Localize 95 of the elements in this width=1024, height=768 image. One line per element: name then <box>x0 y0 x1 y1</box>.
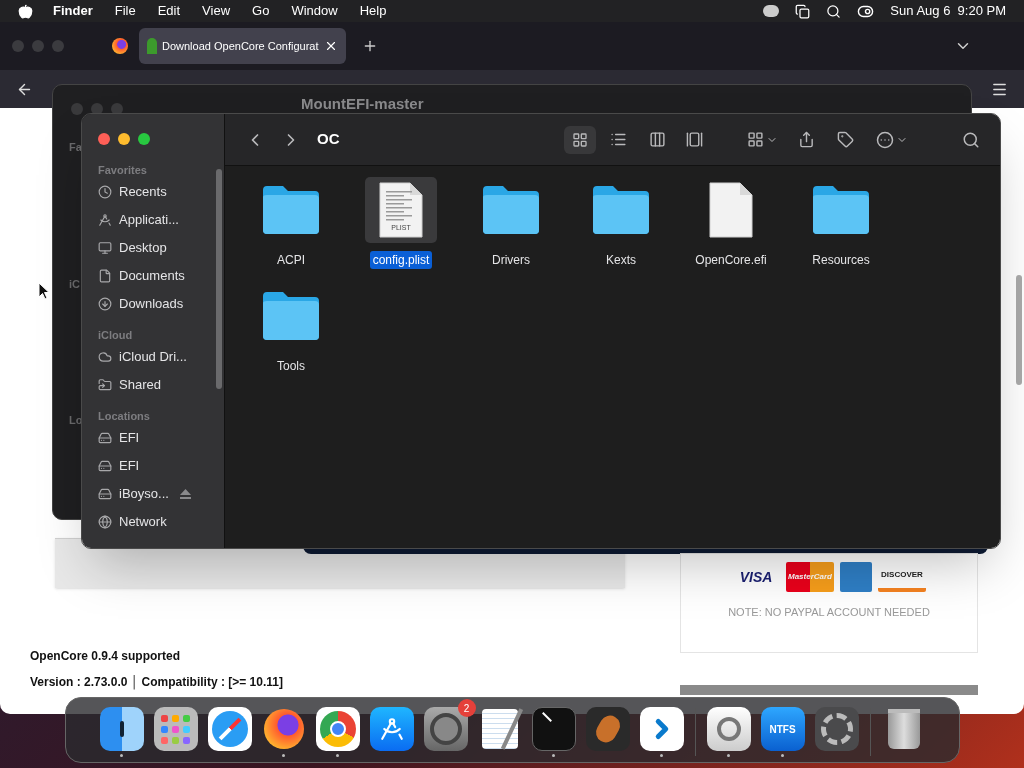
folder-item[interactable]: Kexts <box>566 177 676 269</box>
chrome-circle-icon[interactable] <box>315 707 360 751</box>
folder-item[interactable]: Resources <box>786 177 896 269</box>
menu-item[interactable]: Help <box>359 1 387 21</box>
menu-item[interactable]: Edit <box>157 1 181 21</box>
sidebar-item[interactable]: Shared <box>98 371 224 399</box>
browser-tab[interactable]: Download OpenCore Configurat <box>139 28 346 64</box>
sidebar-heading: Favorites <box>98 163 148 178</box>
window-title: MountEFI-master <box>301 93 424 114</box>
menu-item[interactable]: Go <box>252 1 270 21</box>
pointer-icon <box>38 282 50 300</box>
folder-icon <box>591 184 651 236</box>
icon-view-button[interactable] <box>564 125 596 154</box>
apple-icon[interactable] <box>18 3 33 19</box>
sidebar-heading: Fa <box>69 140 82 155</box>
drive-status-icon[interactable] <box>763 5 780 17</box>
shared-folder-icon <box>98 378 112 392</box>
clock-icon <box>98 185 112 199</box>
drive-icon <box>98 459 112 473</box>
sidebar-item[interactable]: iBoyso... <box>98 480 224 508</box>
code-editor-icon[interactable] <box>639 707 684 751</box>
windows-icon[interactable] <box>795 3 811 19</box>
globe-icon <box>98 515 112 529</box>
gallery-view-icon[interactable] <box>686 131 703 148</box>
more-button[interactable] <box>876 130 908 149</box>
menu-item[interactable]: File <box>114 1 136 21</box>
folder-icon <box>811 184 871 236</box>
document-icon <box>98 269 112 283</box>
grid-icon <box>572 131 588 148</box>
folder-item[interactable]: Tools <box>236 283 346 375</box>
version-text: Version : 2.73.0.0 │ Compatibility : [>= 10.11] <box>30 674 283 691</box>
ellipsis-icon <box>876 130 894 149</box>
sidebar-item[interactable]: Desktop <box>98 234 224 262</box>
tag-icon[interactable] <box>837 131 854 148</box>
tab-title: Download OpenCore Configurat <box>162 38 319 54</box>
card-logo-icon <box>840 562 872 592</box>
grid-icon <box>747 131 764 148</box>
compass-icon[interactable] <box>207 707 252 751</box>
app-menu[interactable]: Finder <box>53 1 93 21</box>
fox-globe-icon[interactable] <box>112 38 128 54</box>
drive-icon <box>98 431 112 445</box>
menu-bar-clock: Sun Aug 6 9:20 PM <box>890 2 1006 21</box>
grid-app-icon[interactable] <box>153 707 198 751</box>
card-logo: MasterCard <box>786 562 834 592</box>
sidebar-item[interactable]: Downloads <box>98 290 224 318</box>
notification-count: 2 <box>457 699 476 717</box>
sidebar-item[interactable]: Applicati... <box>98 206 224 234</box>
file-name: ACPI <box>276 252 306 269</box>
file-name: config.plist <box>369 251 433 269</box>
file-name: Resources <box>811 252 871 269</box>
compass-icon <box>98 213 112 227</box>
version-text: OpenCore 0.9.4 supported <box>30 648 182 665</box>
sidebar-item[interactable]: EFI <box>98 452 224 480</box>
sidebar-item[interactable]: iCloud Dri... <box>98 343 224 371</box>
folder-icon <box>261 184 321 236</box>
sidebar-heading: iCloud <box>98 328 134 343</box>
folder-icon <box>261 290 321 342</box>
minimize-button[interactable] <box>118 133 130 145</box>
sidebar-item[interactable]: Documents <box>98 262 224 290</box>
sidebar-item[interactable]: Network <box>98 508 224 536</box>
document-item[interactable]: OpenCore.efi <box>676 177 786 269</box>
download-icon <box>98 297 112 311</box>
store-icon[interactable] <box>369 707 414 751</box>
gears-app-icon[interactable] <box>814 707 859 751</box>
folder-icon <box>481 184 541 236</box>
zoom-button[interactable] <box>138 133 150 145</box>
share-icon[interactable] <box>798 131 815 148</box>
drive-icon <box>98 487 112 501</box>
cloud-icon <box>98 350 112 364</box>
payment-note: NOTE: NO PAYPAL ACCOUNT NEEDED <box>728 605 930 620</box>
monitor-icon <box>98 241 112 255</box>
list-view-icon[interactable] <box>610 131 627 148</box>
sidebar-item[interactable]: EFI <box>98 424 224 452</box>
search-icon[interactable] <box>962 130 980 149</box>
group-button[interactable] <box>747 131 778 148</box>
close-button[interactable] <box>98 133 110 145</box>
sidebar-heading: Locations <box>98 409 151 424</box>
file-name: OpenCore.efi <box>694 252 768 269</box>
sidebar-item[interactable]: Recents <box>98 178 224 206</box>
folder-item[interactable]: Drivers <box>456 177 566 269</box>
window-title: OC <box>317 129 340 150</box>
plist-document-icon <box>378 181 424 239</box>
menu-item[interactable]: View <box>202 1 231 21</box>
search-icon[interactable] <box>826 3 842 19</box>
eject-icon[interactable] <box>179 489 191 499</box>
document-icon <box>708 181 754 239</box>
sidebar-heading: iC <box>69 276 80 292</box>
ntfs-app-icon[interactable]: NTFS <box>760 707 805 751</box>
file-name: Kexts <box>605 252 637 269</box>
file-name: Tools <box>276 358 306 375</box>
terminal-icon[interactable] <box>531 707 576 751</box>
folder-item[interactable]: ACPI <box>236 177 346 269</box>
menu-item[interactable]: Window <box>291 1 338 21</box>
column-view-icon[interactable] <box>649 131 666 148</box>
file-name: Drivers <box>491 252 531 269</box>
